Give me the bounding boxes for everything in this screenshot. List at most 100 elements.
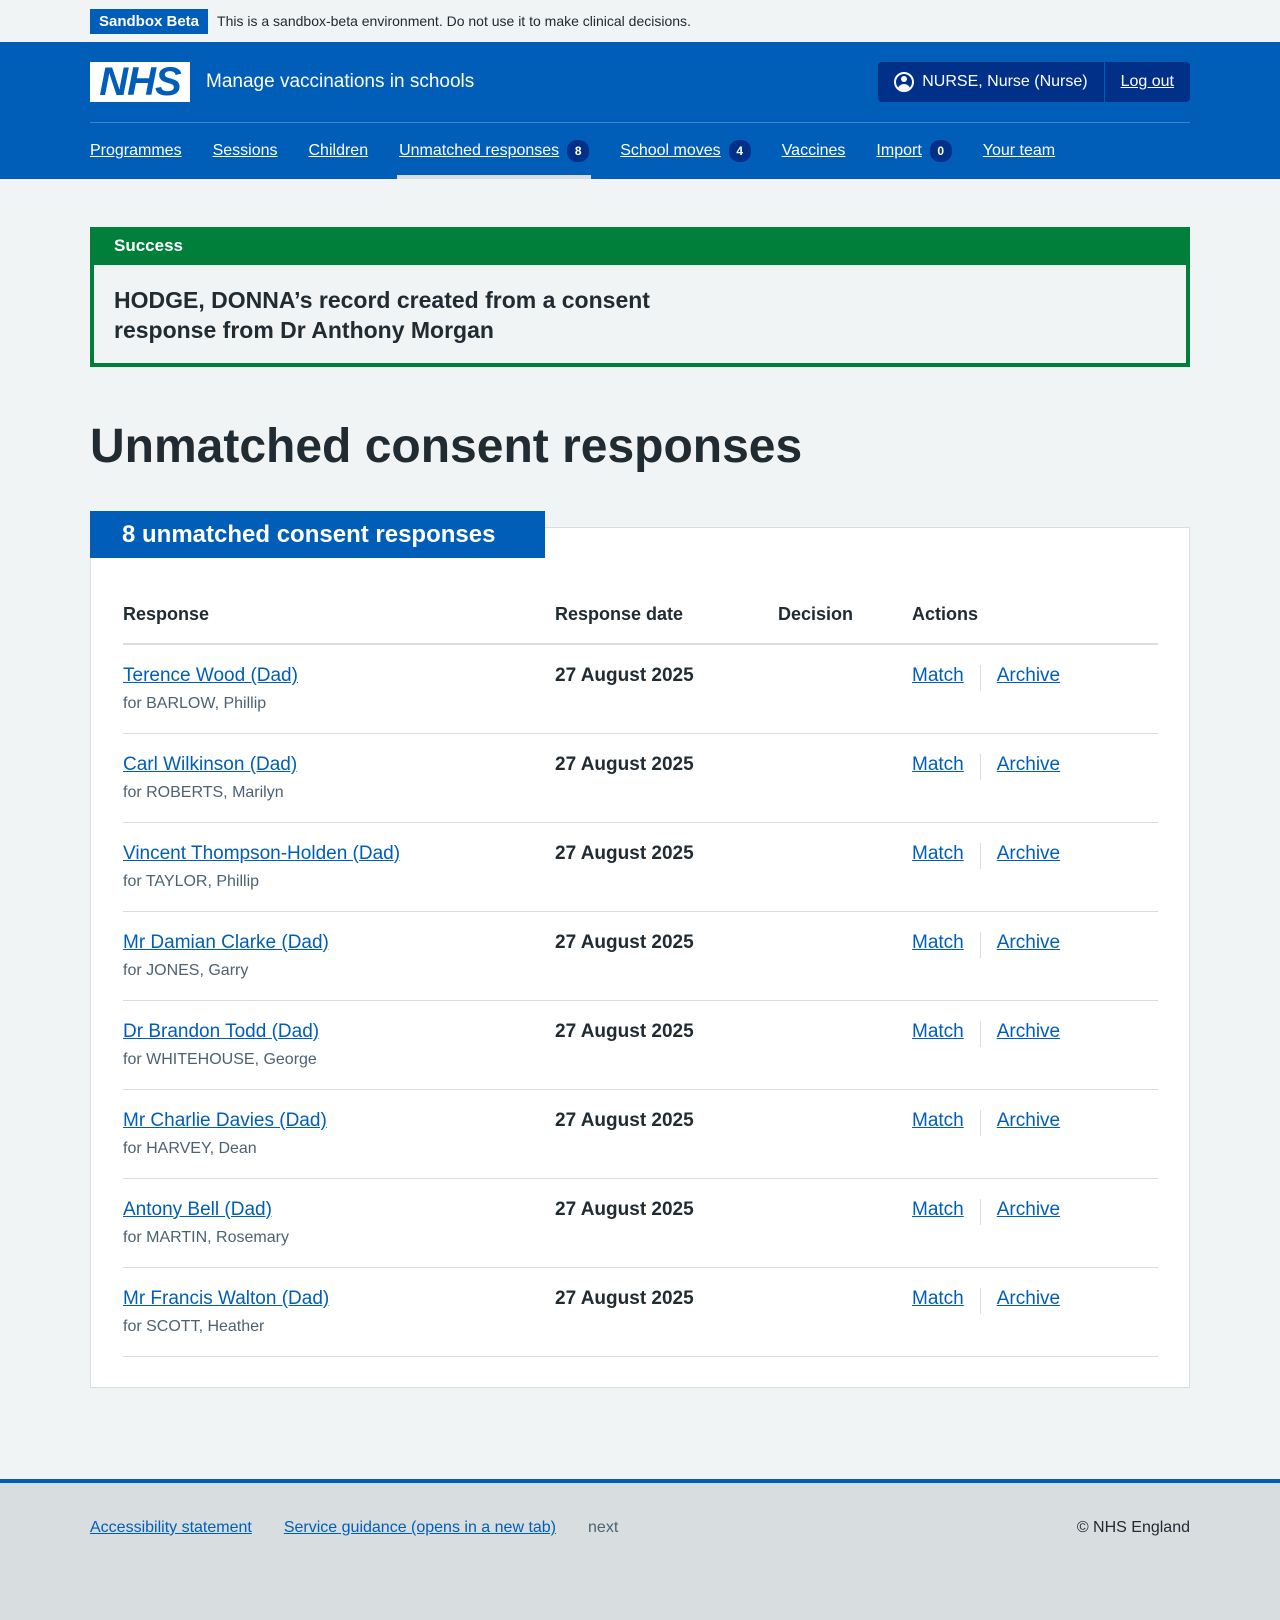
match-link[interactable]: Match [912,843,964,865]
response-link[interactable]: Mr Charlie Davies (Dad) [123,1110,327,1131]
match-link[interactable]: Match [912,665,964,687]
nav-item-sessions[interactable]: Sessions [211,122,280,179]
response-link[interactable]: Mr Francis Walton (Dad) [123,1288,329,1309]
sandbox-banner: Sandbox Beta This is a sandbox-beta envi… [0,0,1280,42]
action-separator [979,1020,981,1047]
response-date: 27 August 2025 [555,1267,778,1357]
response-link[interactable]: Antony Bell (Dad) [123,1199,272,1220]
response-child: for SCOTT, Heather [123,1317,265,1335]
archive-link[interactable]: Archive [997,1021,1060,1043]
nav-link[interactable]: Children [309,142,369,160]
main-content: Success HODGE, DONNA’s record created fr… [90,227,1190,1388]
logout-link[interactable]: Log out [1121,73,1174,91]
response-date: 27 August 2025 [555,1089,778,1179]
success-banner: Success HODGE, DONNA’s record created fr… [90,227,1190,367]
decision-cell [778,1000,912,1090]
nav-item-unmatched-responses[interactable]: Unmatched responses 8 [397,122,592,179]
match-link[interactable]: Match [912,1021,964,1043]
service-name[interactable]: Manage vaccinations in schools [206,71,474,93]
nav-link[interactable]: Sessions [213,142,278,160]
table-row: Mr Francis Walton (Dad) for SCOTT, Heathe… [123,1267,1158,1357]
response-cell: Mr Charlie Davies (Dad) for HARVEY, Dean [123,1089,555,1179]
table-row: Vincent Thompson-Holden (Dad) for TAYLOR,… [123,822,1158,912]
accessibility-statement-link[interactable]: Accessibility statement [90,1519,252,1537]
nhs-logo[interactable]: NHS [90,62,190,102]
decision-cell [778,733,912,823]
decision-cell [778,911,912,1001]
decision-cell [778,644,912,734]
actions-cell: Match Archive [912,644,1158,734]
response-date: 27 August 2025 [555,1178,778,1268]
actions-cell: Match Archive [912,911,1158,1001]
match-link[interactable]: Match [912,1199,964,1221]
archive-link[interactable]: Archive [997,1110,1060,1132]
response-link[interactable]: Mr Damian Clarke (Dad) [123,932,329,953]
nav-link[interactable]: Unmatched responses [399,142,559,160]
footer: Accessibility statement Service guidance… [0,1479,1280,1620]
nav-item-school-moves[interactable]: School moves 4 [618,122,753,179]
response-date: 27 August 2025 [555,911,778,1001]
account-user: NURSE, Nurse (Nurse) [878,62,1105,102]
nav-item-children[interactable]: Children [307,122,371,179]
match-link[interactable]: Match [912,1110,964,1132]
nav-item-vaccines[interactable]: Vaccines [780,122,848,179]
response-date: 27 August 2025 [555,1000,778,1090]
nhs-logo-text: NHS [99,60,181,104]
response-cell: Carl Wilkinson (Dad) for ROBERTS, Marilyn [123,733,555,823]
nav-link[interactable]: School moves [620,142,721,160]
response-cell: Antony Bell (Dad) for MARTIN, Rosemary [123,1178,555,1268]
archive-link[interactable]: Archive [997,932,1060,954]
user-name: NURSE, Nurse (Nurse) [922,73,1088,90]
service-guidance-link[interactable]: Service guidance (opens in a new tab) [284,1519,556,1537]
sandbox-message: This is a sandbox-beta environment. Do n… [217,13,691,29]
archive-link[interactable]: Archive [997,843,1060,865]
archive-link[interactable]: Archive [997,665,1060,687]
nav-count-badge: 8 [567,139,590,162]
action-separator [979,931,981,958]
action-separator [979,753,981,780]
column-header-decision: Decision [778,596,912,645]
table-row: Carl Wilkinson (Dad) for ROBERTS, Marilyn… [123,733,1158,823]
response-child: for JONES, Garry [123,961,249,979]
response-child: for BARLOW, Phillip [123,695,267,712]
archive-link[interactable]: Archive [997,754,1060,776]
match-link[interactable]: Match [912,932,964,954]
nav-item-import[interactable]: Import 0 [874,122,953,179]
nav-link[interactable]: Vaccines [782,142,846,160]
response-child: for WHITEHOUSE, George [123,1050,317,1068]
table-header-row: Response Response date Decision Actions [123,596,1158,645]
actions-cell: Match Archive [912,822,1158,912]
archive-link[interactable]: Archive [997,1199,1060,1221]
decision-cell [778,822,912,912]
nav-link[interactable]: Your team [983,142,1055,160]
response-cell: Dr Brandon Todd (Dad) for WHITEHOUSE, Geo… [123,1000,555,1090]
nav-item-programmes[interactable]: Programmes [88,122,184,179]
table-row: Mr Damian Clarke (Dad) for JONES, Garry 27… [123,911,1158,1001]
response-child: for TAYLOR, Phillip [123,872,260,890]
nav-link[interactable]: Import [876,142,921,160]
footer-copyright: © NHS England [1076,1519,1190,1536]
footer-version: next [588,1519,619,1536]
user-icon [894,72,915,92]
success-message: HODGE, DONNA’s record created from a con… [114,287,650,343]
response-link[interactable]: Dr Brandon Todd (Dad) [123,1021,319,1042]
response-link[interactable]: Vincent Thompson-Holden (Dad) [123,843,400,864]
response-child: for ROBERTS, Marilyn [123,783,284,801]
nav-link[interactable]: Programmes [90,142,182,160]
actions-cell: Match Archive [912,1089,1158,1179]
decision-cell [778,1178,912,1268]
action-separator [979,842,981,869]
response-link[interactable]: Carl Wilkinson (Dad) [123,754,297,775]
column-header-actions: Actions [912,596,1158,645]
response-link[interactable]: Terence Wood (Dad) [123,665,298,686]
nav-item-your-team[interactable]: Your team [981,122,1057,179]
action-separator [979,1109,981,1136]
actions-cell: Match Archive [912,733,1158,823]
column-header-response: Response [123,596,555,645]
match-link[interactable]: Match [912,1288,964,1310]
response-child: for MARTIN, Rosemary [123,1228,289,1246]
header: NHS Manage vaccinations in schools NURSE… [0,42,1280,179]
archive-link[interactable]: Archive [997,1288,1060,1310]
response-date: 27 August 2025 [555,644,778,734]
match-link[interactable]: Match [912,754,964,776]
